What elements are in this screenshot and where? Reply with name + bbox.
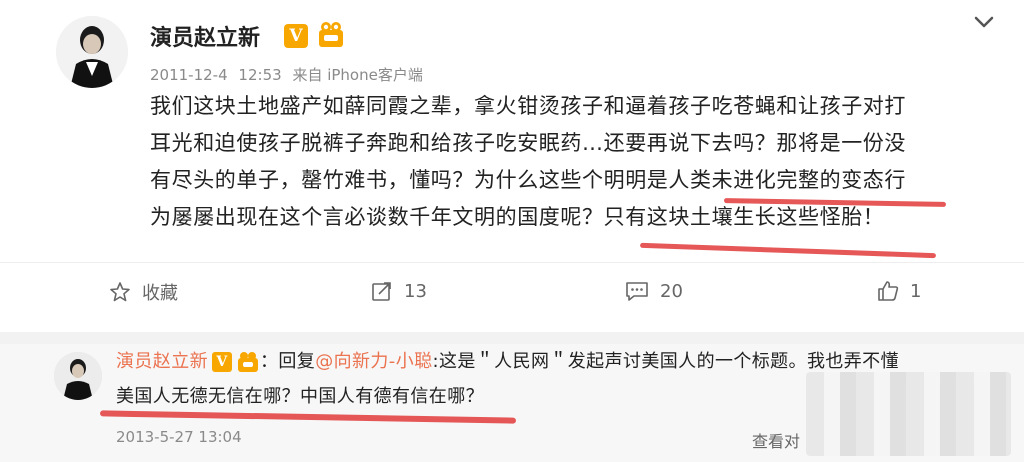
mention-link[interactable]: @向新力-小聪 — [315, 351, 432, 372]
level-badge-icon — [319, 22, 343, 47]
content-line: 有尽头的单子，罄竹难书，懂吗？为什么这些个明明是人类未进化完整的变态行 — [150, 168, 906, 192]
avatar[interactable] — [56, 16, 128, 88]
username[interactable]: 演员赵立新 — [150, 20, 260, 52]
star-icon — [110, 282, 130, 302]
post-source: 来自 iPhone客户端 — [292, 66, 423, 84]
repost-icon — [372, 282, 391, 301]
post-meta: 2011-12-4 12:53 来自 iPhone客户端 — [150, 64, 429, 85]
comment-body: :这是＂人民网＂发起声讨美国人的一个标题。我也弄不懂 — [432, 351, 899, 372]
like-button[interactable]: 1 — [876, 279, 921, 303]
favorite-button[interactable]: 收藏 — [108, 279, 178, 305]
comment-count: 20 — [660, 280, 683, 302]
repost-count: 13 — [404, 280, 427, 302]
post-date[interactable]: 2011-12-4 — [150, 66, 228, 84]
repost-button[interactable]: 13 — [370, 279, 427, 303]
favorite-label: 收藏 — [142, 283, 178, 304]
level-badge-icon — [238, 352, 258, 372]
thumbs-up-icon — [878, 281, 899, 301]
content-line: 耳光和迫使孩子脱裤子奔跑和给孩子吃安眠药…还要再说下去吗？那将是一份没 — [150, 131, 906, 155]
comment-avatar[interactable] — [54, 352, 102, 400]
verified-badge-icon: V — [284, 24, 308, 48]
red-underline — [640, 242, 936, 259]
comment-username[interactable]: 演员赵立新 — [116, 351, 208, 372]
view-conversation-link[interactable]: 查看对 — [752, 428, 800, 452]
verified-badge-icon: V — [212, 352, 232, 372]
reply-prefix: ：回复 — [260, 351, 316, 372]
like-count: 1 — [910, 280, 922, 302]
post-content: 我们这块土地盛产如薛同霞之辈，拿火钳烫孩子和逼着孩子吃苍蝇和让孩子对打 耳光和迫… — [150, 88, 980, 236]
comment-button[interactable]: 20 — [624, 279, 683, 303]
comment-icon — [626, 282, 648, 301]
action-bar: 收藏 13 20 1 — [0, 262, 1024, 321]
divider — [0, 332, 1024, 344]
content-line: 我们这块土地盛产如薛同霞之辈，拿火钳烫孩子和逼着孩子吃苍蝇和让孩子对打 — [150, 94, 906, 118]
post-time[interactable]: 12:53 — [238, 66, 281, 84]
blurred-watermark — [806, 372, 1011, 456]
comment-timestamp: 2013-5-27 13:04 — [116, 428, 242, 446]
chevron-down-icon[interactable] — [970, 8, 998, 36]
weibo-post: 演员赵立新 V 2011-12-4 12:53 来自 iPhone客户端 我们这… — [0, 0, 1024, 325]
